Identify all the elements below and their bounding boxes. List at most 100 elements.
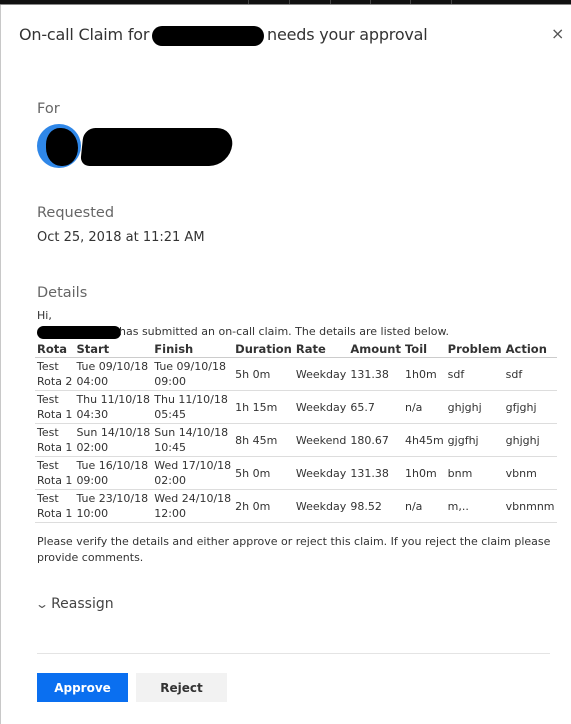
cell-finish-line: Sun 14/10/18	[154, 426, 229, 439]
cell-start-line: 09:00	[76, 474, 109, 487]
cell-amount: 65.7	[348, 390, 403, 424]
redacted-avatar	[46, 128, 78, 166]
cell-rota-line: Test	[37, 360, 59, 373]
cell-finish-line: 02:00	[154, 474, 186, 487]
cell-problem: bnm	[445, 456, 504, 490]
cell-finish-line: 10:45	[154, 441, 186, 454]
cell-finish-line: 09:00	[154, 375, 186, 388]
cell-duration: 1h 15m	[233, 390, 294, 424]
cell-start: Tue 23/10/18 10:00	[74, 489, 153, 523]
cell-rota: Test Rota 1	[35, 489, 75, 523]
verify-instructions: Please verify the details and either app…	[37, 535, 551, 564]
cell-problem: ghjghj	[445, 390, 504, 424]
cell-start-line: 10:00	[76, 507, 109, 520]
table-row: Test Rota 1 Tue 16/10/18 09:00 Wed 17/10/18 0…	[35, 456, 557, 490]
cell-duration: 5h 0m	[233, 357, 294, 391]
reject-button[interactable]: Reject	[136, 673, 227, 702]
cell-rota-line: Rota 1	[37, 441, 73, 454]
cell-rota: Test Rota 1	[35, 456, 75, 490]
cell-rate: Weekday	[293, 390, 349, 424]
cell-rota-line: Rota 1	[37, 474, 73, 487]
requested-date: Oct 25, 2018 at 11:21 AM	[37, 230, 205, 245]
cell-start: Tue 09/10/18 04:00	[74, 357, 153, 391]
intro-line: has submitted an on-call claim. The deta…	[37, 325, 449, 339]
col-action: Action	[503, 341, 557, 358]
cell-rota-line: Test	[37, 459, 59, 472]
cell-finish-line: Tue 09/10/18	[154, 360, 226, 373]
window-top-bar	[0, 0, 571, 5]
cell-action: vbnmnm	[503, 489, 557, 523]
cell-rota: Test Rota 1	[35, 390, 75, 424]
requested-label: Requested	[37, 205, 115, 221]
cell-finish-line: Wed 24/10/18	[154, 492, 232, 505]
cell-toil: 1h0m	[402, 456, 446, 490]
cell-rota-line: Rota 1	[37, 408, 73, 421]
close-icon[interactable]: ×	[551, 24, 564, 43]
cell-toil: n/a	[402, 489, 446, 523]
col-problem: Problem	[445, 341, 504, 358]
col-amount: Amount	[348, 341, 403, 358]
cell-start-line: Thu 11/10/18	[76, 393, 150, 406]
cell-amount: 180.67	[348, 423, 403, 457]
col-toil: Toil	[402, 341, 446, 358]
cell-duration: 5h 0m	[233, 456, 294, 490]
cell-amount: 131.38	[348, 357, 403, 391]
cell-finish: Sun 14/10/18 10:45	[152, 423, 234, 457]
approve-button[interactable]: Approve	[37, 673, 128, 702]
reassign-toggle[interactable]: ⌄ Reassign	[34, 596, 114, 612]
table-row: Test Rota 1 Thu 11/10/18 04:30 Thu 11/10/18 0…	[35, 390, 557, 424]
cell-finish: Tue 09/10/18 09:00	[152, 357, 234, 391]
cell-rota-line: Test	[37, 426, 59, 439]
cell-finish-line: 05:45	[154, 408, 186, 421]
table-header-row: Rota Start Finish Duration Rate Amount T…	[35, 341, 557, 358]
cell-start: Thu 11/10/18 04:30	[74, 390, 153, 424]
redacted-submitter	[37, 325, 121, 339]
title-suffix: needs your approval	[267, 25, 428, 44]
cell-action: vbnm	[503, 456, 557, 490]
intro-text: has submitted an on-call claim. The deta…	[119, 325, 449, 338]
divider	[37, 653, 550, 654]
panel-left-border	[0, 5, 1, 724]
cell-start-line: 02:00	[76, 441, 109, 454]
cell-amount: 98.52	[348, 489, 403, 523]
cell-toil: 1h0m	[402, 357, 446, 391]
table-row: Test Rota 1 Sun 14/10/18 02:00 Sun 14/10/18 1…	[35, 423, 557, 457]
cell-toil: n/a	[402, 390, 446, 424]
dialog-title: On-call Claim for needs your approval	[19, 25, 428, 46]
cell-start-line: 04:30	[76, 408, 109, 421]
cell-amount: 131.38	[348, 456, 403, 490]
cell-rota-line: Test	[37, 393, 59, 406]
col-finish: Finish	[152, 341, 234, 358]
cell-toil: 4h45m	[402, 423, 446, 457]
cell-start-line: Tue 16/10/18	[76, 459, 149, 472]
cell-rate: Weekday	[293, 456, 349, 490]
cell-rate: Weekday	[293, 489, 349, 523]
cell-finish: Thu 11/10/18 05:45	[152, 390, 234, 424]
cell-problem: m,..	[445, 489, 504, 523]
cell-finish: Wed 17/10/18 02:00	[152, 456, 234, 490]
cell-start-line: Tue 09/10/18	[76, 360, 149, 373]
cell-problem: gjgfhj	[445, 423, 504, 457]
col-start: Start	[74, 341, 153, 358]
cell-rota: Test Rota 2	[35, 357, 75, 391]
cell-start: Sun 14/10/18 02:00	[74, 423, 153, 457]
col-duration: Duration	[233, 341, 294, 358]
cell-start: Tue 16/10/18 09:00	[74, 456, 153, 490]
for-label: For	[37, 101, 60, 117]
cell-rate: Weekday	[293, 357, 349, 391]
col-rota: Rota	[35, 341, 75, 358]
cell-finish-line: Wed 17/10/18	[154, 459, 232, 472]
cell-finish: Wed 24/10/18 12:00	[152, 489, 234, 523]
cell-rate: Weekend	[293, 423, 349, 457]
chevron-down-icon: ⌄	[34, 597, 50, 611]
cell-action: sdf	[503, 357, 557, 391]
cell-start-line: Tue 23/10/18	[76, 492, 149, 505]
cell-duration: 8h 45m	[233, 423, 294, 457]
cell-finish-line: Thu 11/10/18	[154, 393, 228, 406]
redacted-name	[152, 25, 265, 46]
cell-start-line: Sun 14/10/18	[76, 426, 151, 439]
cell-start-line: 04:00	[76, 375, 109, 388]
cell-rota-line: Rota 1	[37, 507, 73, 520]
title-prefix: On-call Claim for	[19, 25, 150, 44]
cell-finish-line: 12:00	[154, 507, 186, 520]
